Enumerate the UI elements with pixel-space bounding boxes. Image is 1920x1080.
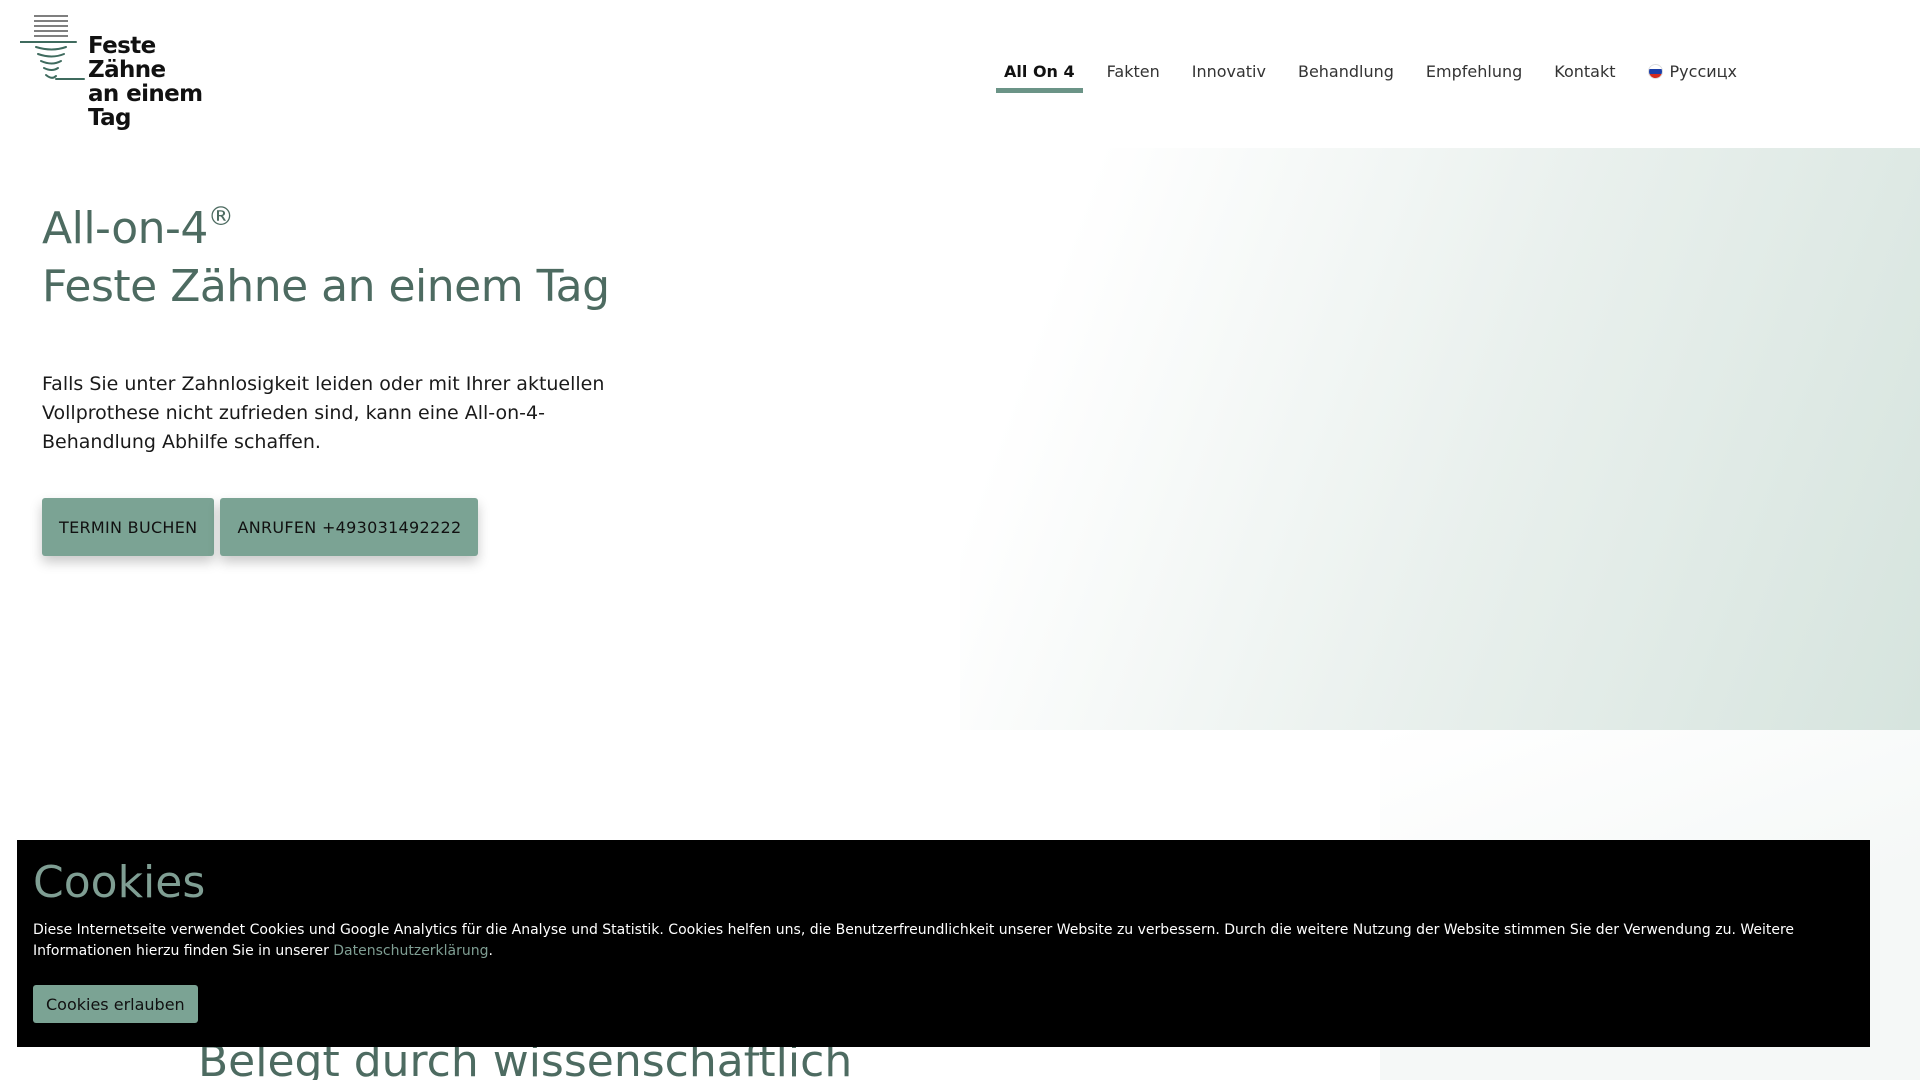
hero-description: Falls Sie unter Zahnlosigkeit leiden ode… <box>42 373 605 453</box>
hero-title-main: All-on-4 <box>42 203 208 254</box>
nav-item-innovativ[interactable]: Innovativ <box>1176 50 1282 91</box>
logo-line: an einem <box>88 81 203 107</box>
nav-item-all-on-4[interactable]: All On 4 <box>996 50 1083 93</box>
site-logo[interactable]: Feste Zähne an einem Tag <box>20 14 210 136</box>
registered-mark: ® <box>207 202 234 232</box>
call-button[interactable]: ANRUFEN +493031492222 <box>220 498 479 556</box>
hero-title: All-on-4® Feste Zähne an einem Tag <box>42 200 762 316</box>
language-switcher[interactable]: Руссицх <box>1632 50 1753 91</box>
logo-line: Feste <box>88 33 156 59</box>
hero-section: All-on-4® Feste Zähne an einem Tag Falls… <box>42 200 762 556</box>
nav-item-behandlung[interactable]: Behandlung <box>1282 50 1410 91</box>
cookie-banner: Cookies Diese Internetseite verwendet Co… <box>17 840 1870 1047</box>
cookie-text-body: Diese Internetseite verwendet Cookies un… <box>33 922 1795 959</box>
cookie-text: Diese Internetseite verwendet Cookies un… <box>33 920 1853 962</box>
logo-text: Feste Zähne an einem Tag <box>88 34 203 130</box>
logo-line: Tag <box>88 105 132 131</box>
language-label: Руссицх <box>1669 62 1737 81</box>
nav-item-fakten[interactable]: Fakten <box>1091 50 1176 91</box>
book-appointment-button[interactable]: TERMIN BUCHEN <box>42 498 215 556</box>
nav-item-empfehlung[interactable]: Empfehlung <box>1410 50 1538 91</box>
privacy-policy-link[interactable]: Datenschutzerklärung <box>333 943 488 959</box>
site-header: Feste Zähne an einem Tag All On 4 Fakten… <box>0 0 1920 148</box>
cookie-title: Cookies <box>33 857 206 908</box>
hero-background <box>960 148 1920 730</box>
main-nav: All On 4 Fakten Innovativ Behandlung Emp… <box>996 50 1753 93</box>
russian-flag-icon <box>1647 64 1663 79</box>
hero-title-line-2: Feste Zähne an einem Tag <box>42 261 610 312</box>
nav-item-kontakt[interactable]: Kontakt <box>1538 50 1631 91</box>
page: Feste Zähne an einem Tag All On 4 Fakten… <box>0 0 1920 1080</box>
hero-title-line-1: All-on-4® <box>42 200 762 258</box>
accept-cookies-button[interactable]: Cookies erlauben <box>33 985 198 1023</box>
cookie-text-end: . <box>488 943 493 959</box>
implant-logo-icon <box>20 15 85 80</box>
logo-line: Zähne <box>88 57 166 83</box>
hero-buttons: TERMIN BUCHEN ANRUFEN +493031492222 <box>42 498 762 556</box>
